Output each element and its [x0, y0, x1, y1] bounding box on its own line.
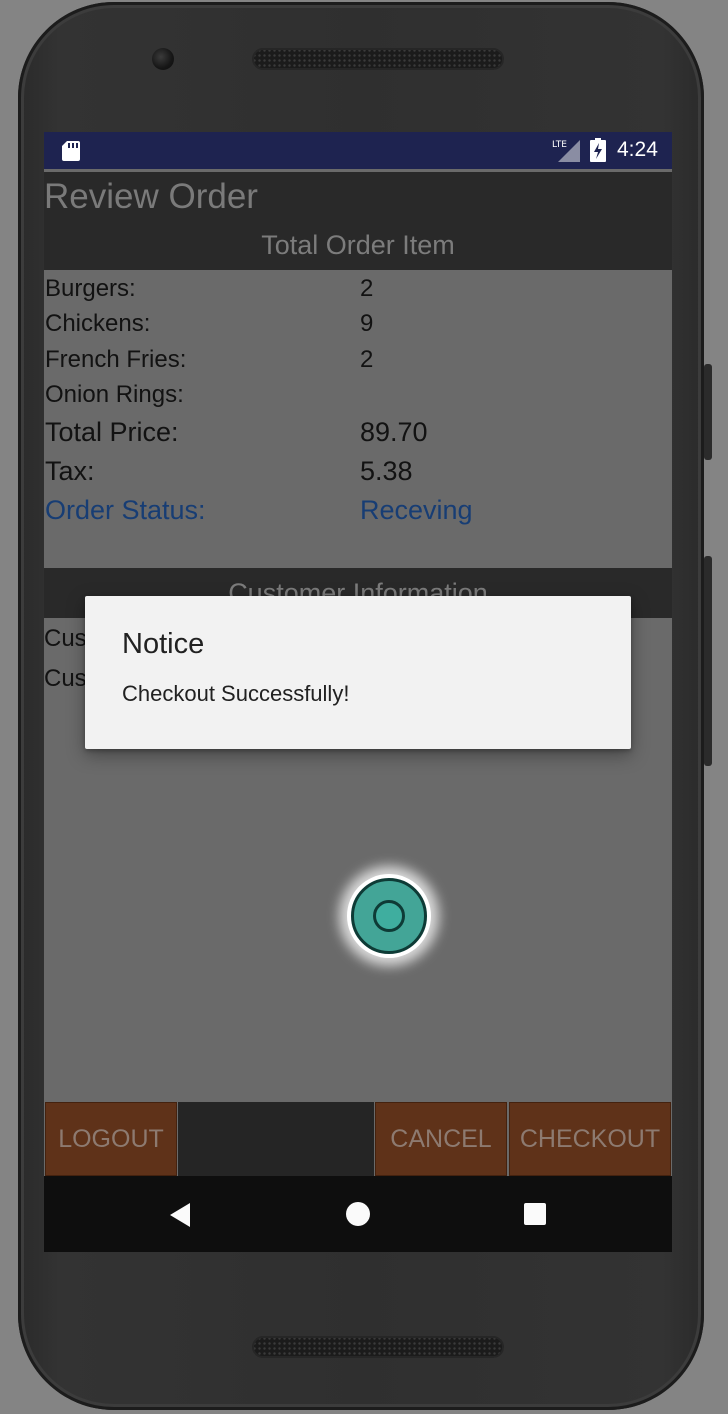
- order-section-header: Total Order Item: [44, 220, 672, 270]
- bottom-speaker: [252, 1336, 504, 1358]
- front-camera: [152, 48, 174, 70]
- navigation-bar: [44, 1176, 672, 1252]
- tax-value: 5.38: [360, 456, 413, 486]
- lte-label: LTE: [552, 140, 567, 150]
- order-status-label: Order Status:: [45, 495, 206, 525]
- recents-icon[interactable]: [524, 1203, 546, 1225]
- battery-charging-icon: [590, 138, 606, 162]
- touch-indicator-core: [373, 900, 405, 932]
- checkout-button[interactable]: CHECKOUT: [509, 1102, 671, 1176]
- item-label: Onion Rings:: [45, 381, 184, 408]
- tax-label: Tax:: [45, 456, 95, 486]
- total-price-label: Total Price:: [45, 417, 179, 447]
- item-label: Chickens:: [45, 310, 151, 337]
- volume-button: [704, 556, 712, 766]
- lte-signal-icon: LTE: [552, 140, 580, 162]
- item-label: French Fries:: [45, 346, 187, 373]
- screen: LTE 4:24 Review Order Total Order Item B…: [44, 132, 672, 1252]
- back-icon[interactable]: [168, 1202, 194, 1228]
- touch-indicator-ring: [351, 878, 427, 954]
- item-value: 2: [360, 346, 374, 373]
- item-label: Burgers:: [45, 275, 136, 302]
- power-button: [704, 364, 712, 460]
- page-title: Review Order: [44, 172, 672, 222]
- button-bar-spacer: [178, 1102, 374, 1176]
- total-price-value: 89.70: [360, 417, 428, 447]
- logout-button[interactable]: LOGOUT: [45, 1102, 177, 1176]
- home-icon[interactable]: [346, 1202, 370, 1226]
- clock: 4:24: [617, 138, 658, 161]
- notice-dialog[interactable]: Notice Checkout Successfully!: [85, 596, 631, 749]
- dialog-message: Checkout Successfully!: [122, 681, 350, 706]
- sd-card-icon: [62, 141, 80, 161]
- customer-name-label: Cus: [44, 625, 87, 652]
- item-value: 2: [360, 275, 374, 302]
- order-status-value: Receving: [360, 495, 473, 525]
- customer-contact-label: Cus: [44, 665, 87, 692]
- cancel-button[interactable]: CANCEL: [375, 1102, 507, 1176]
- touch-indicator: [347, 874, 431, 958]
- status-bar: LTE 4:24: [44, 132, 672, 169]
- dialog-title: Notice: [122, 628, 205, 660]
- item-value: 9: [360, 310, 374, 337]
- top-speaker: [252, 48, 504, 70]
